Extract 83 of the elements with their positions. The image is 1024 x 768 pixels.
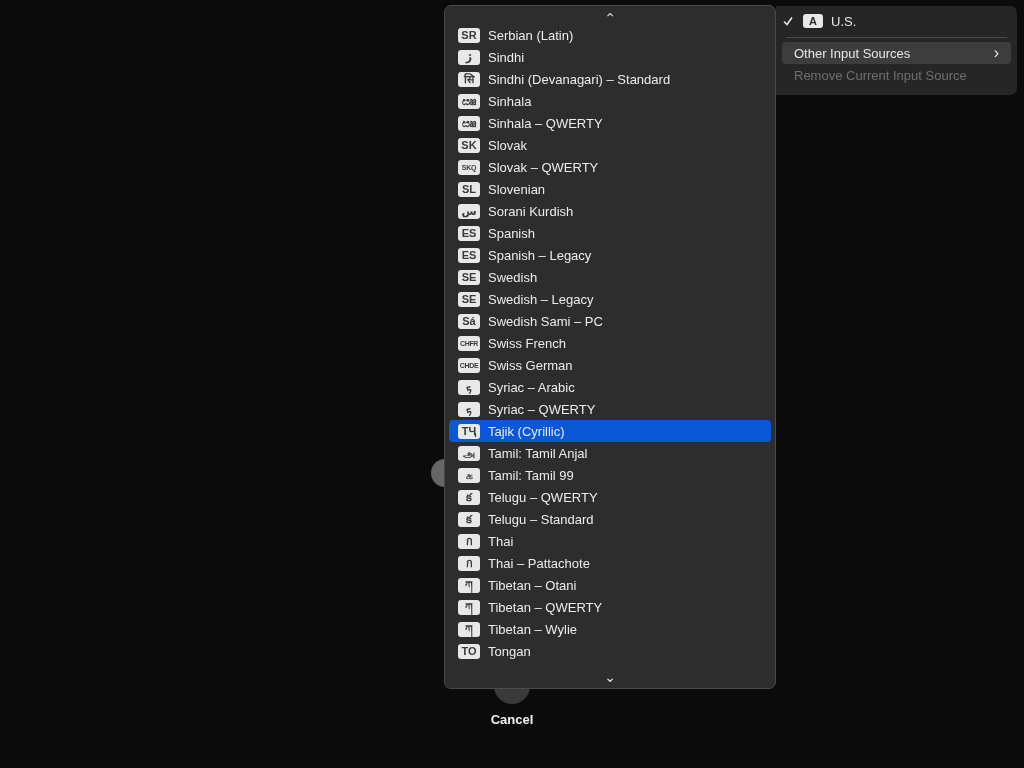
input-source-item[interactable]: U.S.	[831, 13, 857, 29]
language-label: Swiss French	[488, 335, 567, 351]
language-label: Tibetan – Otani	[488, 577, 577, 593]
language-item[interactable]: TO Tongan	[449, 640, 771, 662]
language-label: Telugu – QWERTY	[488, 489, 598, 505]
language-item[interactable]: க Tamil: Tamil 99	[449, 464, 771, 486]
language-badge: ڙ	[458, 49, 480, 65]
language-label: Slovak	[488, 137, 528, 153]
language-item[interactable]: ก Thai	[449, 530, 771, 552]
language-badge: ก	[458, 555, 480, 571]
language-item[interactable]: ཀ Tibetan – Otani	[449, 574, 771, 596]
language-label: Telugu – Standard	[488, 511, 594, 527]
language-label: Swedish	[488, 269, 538, 285]
input-source-badge: A	[803, 14, 823, 28]
language-badge: ཀ	[458, 577, 480, 593]
language-item[interactable]: SE Swedish – Legacy	[449, 288, 771, 310]
language-label: Sinhala – QWERTY	[488, 115, 603, 131]
language-item[interactable]: SK Slovak	[449, 134, 771, 156]
language-item[interactable]: ТҶ Tajik (Cyrillic)	[449, 420, 771, 442]
language-badge: SE	[458, 269, 480, 285]
language-label: Tajik (Cyrillic)	[488, 423, 565, 439]
language-item[interactable]: ඎ Sinhala – QWERTY	[449, 112, 771, 134]
language-label: Swiss German	[488, 357, 573, 373]
language-label: Tamil: Tamil 99	[488, 467, 574, 483]
language-badge: SL	[458, 181, 480, 197]
language-item[interactable]: ES Spanish	[449, 222, 771, 244]
language-label: Thai – Pattachote	[488, 555, 590, 571]
language-item[interactable]: அ Tamil: Tamil Anjal	[449, 442, 771, 464]
language-label: Tibetan – Wylie	[488, 621, 577, 637]
language-label: Tibetan – QWERTY	[488, 599, 603, 615]
language-label: Slovenian	[488, 181, 546, 197]
language-badge: ඎ	[458, 93, 480, 109]
language-badge: క	[458, 511, 480, 527]
scroll-down-arrow[interactable]: ⌄	[604, 671, 616, 683]
language-badge: ܟ	[458, 401, 480, 417]
language-badge: ТҶ	[458, 423, 480, 439]
language-label: Sinhala	[488, 93, 532, 109]
language-label: Syriac – Arabic	[488, 379, 575, 395]
language-label: Spanish – Legacy	[488, 247, 592, 263]
language-item[interactable]: ཀ Tibetan – QWERTY	[449, 596, 771, 618]
language-item[interactable]: క Telugu – Standard	[449, 508, 771, 530]
language-badge: ܟ	[458, 379, 480, 395]
language-item[interactable]: सि Sindhi (Devanagari) – Standard	[449, 68, 771, 90]
language-badge: ก	[458, 533, 480, 549]
language-badge: ES	[458, 225, 480, 241]
language-badge: SE	[458, 291, 480, 307]
language-label: Swedish Sami – PC	[488, 313, 603, 329]
language-label: Sindhi (Devanagari) – Standard	[488, 71, 671, 87]
language-label: Slovak – QWERTY	[488, 159, 599, 175]
language-badge: SK	[458, 137, 480, 153]
language-badge: க	[458, 467, 480, 483]
language-badge: அ	[458, 445, 480, 461]
language-item[interactable]: ES Spanish – Legacy	[449, 244, 771, 266]
language-label: Serbian (Latin)	[488, 27, 574, 43]
cancel-label: Cancel	[490, 712, 534, 727]
language-label: Swedish – Legacy	[488, 291, 594, 307]
language-item[interactable]: SR Serbian (Latin)	[449, 24, 771, 46]
language-label: Thai	[488, 533, 514, 549]
language-badge: सि	[458, 71, 480, 87]
language-item[interactable]: SE Swedish	[449, 266, 771, 288]
language-label: Tongan	[488, 643, 531, 659]
language-item[interactable]: Sá Swedish Sami – PC	[449, 310, 771, 332]
language-label: Tamil: Tamil Anjal	[488, 445, 588, 461]
language-item[interactable]: ก Thai – Pattachote	[449, 552, 771, 574]
language-label: Syriac – QWERTY	[488, 401, 596, 417]
language-badge: TO	[458, 643, 480, 659]
language-label: Sindhi	[488, 49, 525, 65]
language-badge: ඎ	[458, 115, 480, 131]
language-label: Spanish	[488, 225, 535, 241]
language-label: Sorani Kurdish	[488, 203, 574, 219]
language-item[interactable]: ඎ Sinhala	[449, 90, 771, 112]
language-badge: క	[458, 489, 480, 505]
language-badge: ཀ	[458, 599, 480, 615]
language-badge: Sá	[458, 313, 480, 329]
language-badge: SR	[458, 27, 480, 43]
menu-item[interactable]: Other Input Sources ›	[782, 42, 1011, 64]
scroll-up-arrow[interactable]: ⌃	[604, 12, 616, 24]
language-badge: ES	[458, 247, 480, 263]
language-item[interactable]: క Telugu – QWERTY	[449, 486, 771, 508]
language-badge: س	[458, 203, 480, 219]
language-item[interactable]: SL Slovenian	[449, 178, 771, 200]
language-badge: ཀ	[458, 621, 480, 637]
language-item[interactable]: ཀ Tibetan – Wylie	[449, 618, 771, 640]
